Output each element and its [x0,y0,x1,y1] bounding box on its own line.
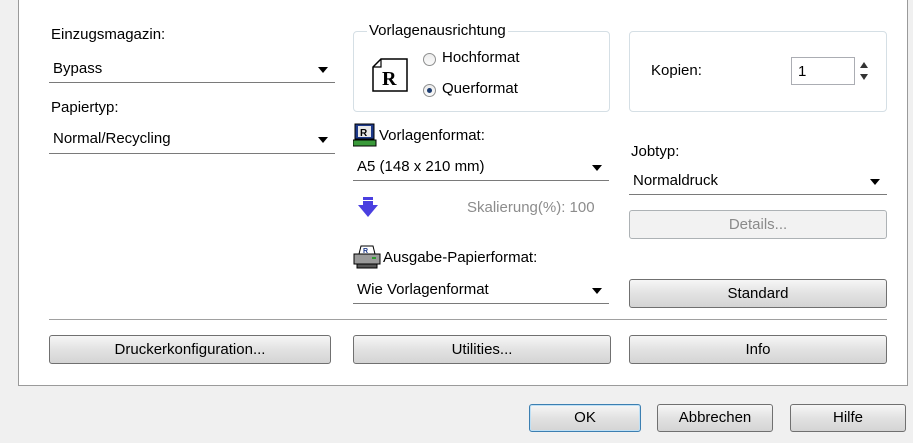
portrait-radio[interactable] [423,53,436,66]
original-format-dropdown[interactable]: A5 (148 x 210 mm) [353,155,609,179]
chevron-down-icon [870,179,880,185]
paper-type-dropdown[interactable]: Normal/Recycling [49,127,335,151]
details-button[interactable]: Details... [629,210,887,239]
utilities-button[interactable]: Utilities... [353,335,611,364]
job-type-dropdown[interactable]: Normaldruck [629,169,887,193]
output-format-value: Wie Vorlagenformat [357,281,489,298]
ok-button[interactable]: OK [529,404,641,432]
output-format-underline [353,303,609,304]
info-button[interactable]: Info [629,335,887,364]
tray-value: Bypass [53,60,103,77]
chevron-down-icon [318,67,328,73]
document-r-icon: R [371,57,409,93]
job-type-underline [629,194,887,195]
svg-text:R: R [382,68,397,90]
cancel-button[interactable]: Abbrechen [657,404,773,432]
orientation-group-label: Vorlagenausrichtung [367,22,508,39]
settings-area: Einzugsmagazin: Bypass Papiertyp: Normal… [18,0,908,386]
landscape-radio[interactable] [423,84,436,97]
paper-type-underline [49,153,335,154]
chevron-down-icon [318,137,328,143]
tray-underline [49,82,335,83]
copies-value: 1 [798,63,807,80]
separator [49,319,887,321]
scaling-text: Skalierung(%): 100 [467,199,595,216]
standard-button[interactable]: Standard [629,279,887,308]
original-format-value: A5 (148 x 210 mm) [357,158,485,175]
down-arrow-icon [357,196,379,218]
original-format-underline [353,180,609,181]
copies-spinner[interactable] [857,58,871,84]
landscape-label: Querformat [442,80,518,97]
help-button[interactable]: Hilfe [790,404,906,432]
printer-icon: R [353,245,381,269]
output-format-label: Ausgabe-Papierformat: [383,249,538,266]
job-type-value: Normaldruck [633,172,719,189]
svg-text:R: R [360,128,368,139]
chevron-down-icon [592,165,602,171]
output-format-dropdown[interactable]: Wie Vorlagenformat [353,278,609,302]
original-format-label: Vorlagenformat: [379,127,485,144]
copies-input[interactable]: 1 [791,57,855,85]
monitor-r-icon: R [352,123,377,147]
paper-type-label: Papiertyp: [51,99,119,116]
paper-type-value: Normal/Recycling [53,130,171,147]
tray-label: Einzugsmagazin: [51,26,166,43]
copies-label: Kopien: [651,62,702,79]
printer-config-button[interactable]: Druckerkonfiguration... [49,335,331,364]
tray-dropdown[interactable]: Bypass [49,57,335,81]
printer-properties-panel: Einzugsmagazin: Bypass Papiertyp: Normal… [0,0,913,443]
job-type-label: Jobtyp: [631,143,680,160]
portrait-label: Hochformat [442,49,520,66]
chevron-down-icon [592,288,602,294]
